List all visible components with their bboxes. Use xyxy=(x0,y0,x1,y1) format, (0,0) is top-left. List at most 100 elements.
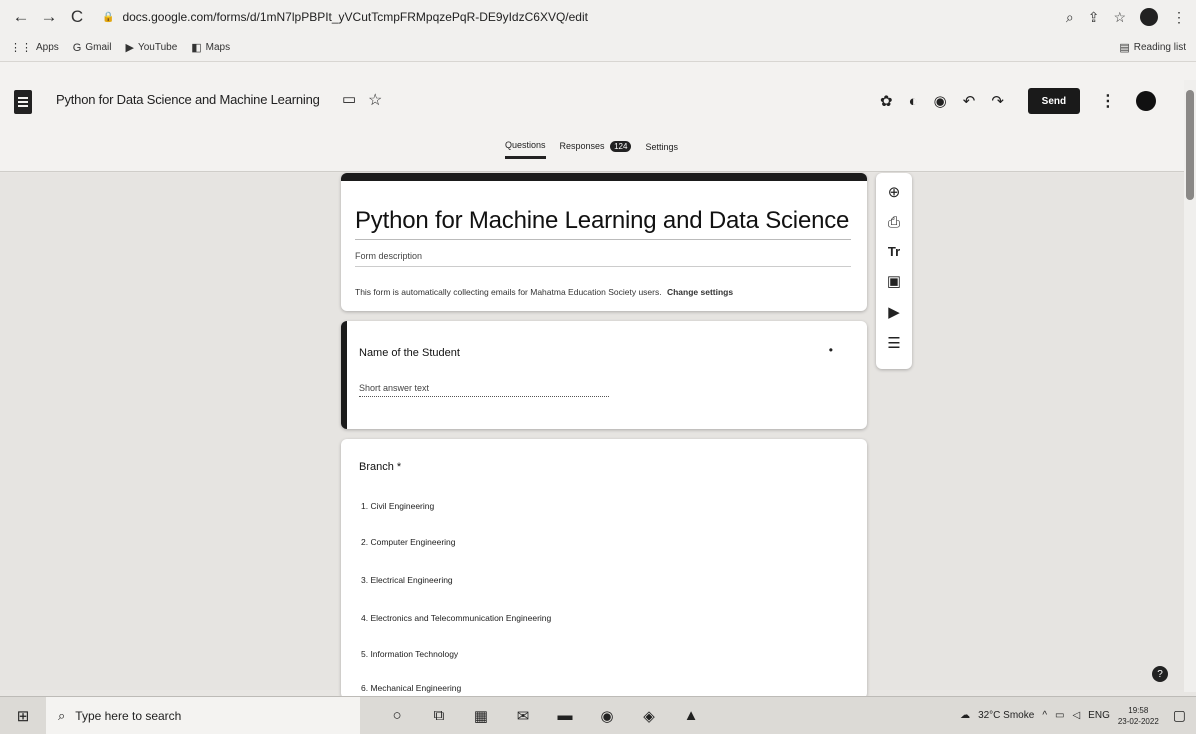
apps-grid-icon: ⋮⋮ xyxy=(10,42,32,54)
address-bar[interactable]: 🔒 docs.google.com/forms/d/1mN7lpPBPIt_yV… xyxy=(102,5,982,29)
clock[interactable]: 19:58 23-02-2022 xyxy=(1118,705,1159,727)
form-canvas: Python for Machine Learning and Data Sci… xyxy=(0,173,1196,699)
weather-icon: ☁ xyxy=(960,710,971,721)
folder-icon[interactable]: ▭ xyxy=(342,90,356,108)
preview-eye-icon[interactable]: ◉ xyxy=(934,92,947,110)
bookmark-star-icon[interactable]: ☆ xyxy=(1113,9,1126,26)
back-icon[interactable]: ← xyxy=(10,6,32,28)
star-icon[interactable]: ☆ xyxy=(368,90,382,110)
vscode-app-icon[interactable]: ◈ xyxy=(638,707,660,725)
notifications-icon[interactable]: ▢ xyxy=(1173,707,1186,724)
bookmark-apps[interactable]: ⋮⋮ Apps xyxy=(10,41,59,54)
bookmark-maps[interactable]: ◧ Maps xyxy=(191,41,230,54)
form-tabs: Questions Responses 124 Settings xyxy=(505,140,678,159)
mail-app-icon[interactable]: ✉ xyxy=(512,707,534,725)
network-icon[interactable]: ▭ xyxy=(1055,710,1064,721)
browser-toolbar: ← → C 🔒 docs.google.com/forms/d/1mN7lpPB… xyxy=(0,0,1196,34)
drag-handle-icon[interactable]: • xyxy=(829,343,833,357)
volume-icon[interactable]: ◁ xyxy=(1072,710,1080,721)
bookmark-label: Gmail xyxy=(85,42,112,53)
tab-responses-label: Responses xyxy=(559,141,605,151)
taskbar-search[interactable]: ⌕ Type here to search xyxy=(46,696,360,734)
redo-icon[interactable]: ↷ xyxy=(991,92,1004,110)
help-icon[interactable]: ? xyxy=(1152,666,1168,682)
account-avatar[interactable] xyxy=(1135,91,1156,111)
short-answer-placeholder: Short answer text xyxy=(359,383,609,397)
bookmark-label: Apps xyxy=(36,42,59,53)
more-options-icon[interactable]: ⋮ xyxy=(1100,91,1116,111)
url-text: docs.google.com/forms/d/1mN7lpPBPIt_yVCu… xyxy=(122,10,588,24)
send-button[interactable]: Send xyxy=(1027,88,1080,114)
share-icon[interactable]: ⇪ xyxy=(1088,9,1100,26)
option-item[interactable]: 1. Civil Engineering xyxy=(361,501,434,511)
search-icon[interactable]: ⌕ xyxy=(1066,9,1074,26)
option-item[interactable]: 4. Electronics and Telecommunication Eng… xyxy=(361,613,551,623)
scrollbar-thumb[interactable] xyxy=(1186,90,1194,200)
clock-date: 23-02-2022 xyxy=(1117,716,1159,726)
search-icon: ⌕ xyxy=(58,707,66,723)
import-questions-icon[interactable]: ⎙ xyxy=(888,214,900,231)
windows-start-icon[interactable]: ⊞ xyxy=(0,697,46,734)
menu-icon[interactable]: ⋮ xyxy=(1172,9,1186,26)
divider xyxy=(355,266,851,267)
tab-responses[interactable]: Responses 124 xyxy=(560,141,632,158)
bookmark-gmail[interactable]: G Gmail xyxy=(73,42,112,54)
reading-list-label: Reading list xyxy=(1133,42,1186,53)
change-settings-link[interactable]: Change settings xyxy=(667,287,733,297)
cortana-icon[interactable]: ○ xyxy=(386,707,408,724)
weather-text[interactable]: 32°C Smoke xyxy=(978,710,1034,721)
document-title[interactable]: Python for Data Science and Machine Lear… xyxy=(56,92,320,107)
bookmarks-bar: ⋮⋮ Apps G Gmail ▶ YouTube ◧ Maps ▤ Readi… xyxy=(0,34,1196,62)
gmail-icon: G xyxy=(72,41,82,54)
page-scrollbar[interactable] xyxy=(1184,80,1196,692)
forms-logo-icon[interactable] xyxy=(14,90,32,114)
bookmark-label: Maps xyxy=(205,42,231,53)
option-item[interactable]: 5. Information Technology xyxy=(361,649,458,659)
task-view-icon[interactable]: ⧉ xyxy=(428,707,450,724)
search-placeholder: Type here to search xyxy=(75,708,182,723)
photos-app-icon[interactable]: ▲ xyxy=(680,707,702,724)
clock-time: 19:58 xyxy=(1128,705,1149,715)
windows-taskbar: ⊞ ⌕ Type here to search ○ ⧉ ▦ ✉ ▬ ◉ ◈ ▲ … xyxy=(0,696,1196,734)
form-description-field[interactable]: Form description xyxy=(355,251,422,261)
add-section-icon[interactable]: ☰ xyxy=(887,334,900,352)
profile-icon[interactable] xyxy=(1140,8,1158,26)
tab-settings[interactable]: Settings xyxy=(645,142,678,158)
forms-header: Python for Data Science and Machine Lear… xyxy=(0,62,1196,172)
reading-list-button[interactable]: ▤ Reading list xyxy=(1119,41,1186,54)
lock-icon: 🔒 xyxy=(102,11,115,23)
calculator-app-icon[interactable]: ▦ xyxy=(470,707,492,725)
tab-questions[interactable]: Questions xyxy=(505,140,546,159)
maps-icon: ◧ xyxy=(191,42,202,54)
form-title[interactable]: Python for Machine Learning and Data Sci… xyxy=(355,207,849,235)
reading-list-icon: ▤ xyxy=(1119,42,1130,54)
system-tray: ☁ 32°C Smoke ^ ▭ ◁ ENG 19:58 23-02-2022 … xyxy=(960,705,1196,727)
option-item[interactable]: 3. Electrical Engineering xyxy=(361,575,453,585)
reload-icon[interactable]: C xyxy=(66,6,88,28)
addons-icon[interactable]: ✿ xyxy=(880,92,893,110)
question-toolbar: ⊕ ⎙ Tr ▣ ▶ ☰ xyxy=(876,173,912,369)
undo-icon[interactable]: ↶ xyxy=(963,92,976,110)
tray-expand-icon[interactable]: ^ xyxy=(1042,710,1047,721)
add-video-icon[interactable]: ▶ xyxy=(888,303,900,321)
add-image-icon[interactable]: ▣ xyxy=(887,272,901,290)
question-card-branch[interactable]: Branch * 1. Civil Engineering 2. Compute… xyxy=(341,439,867,699)
youtube-icon: ▶ xyxy=(125,42,134,54)
question-card-name[interactable]: Name of the Student • Short answer text xyxy=(341,321,867,429)
option-item[interactable]: 2. Computer Engineering xyxy=(361,537,456,547)
forward-icon[interactable]: → xyxy=(38,6,60,28)
question-title[interactable]: Name of the Student xyxy=(359,347,460,359)
option-item[interactable]: 6. Mechanical Engineering xyxy=(361,683,461,693)
responses-count-badge: 124 xyxy=(610,141,632,152)
divider xyxy=(355,239,851,240)
add-title-icon[interactable]: Tr xyxy=(888,244,900,259)
email-note-text: This form is automatically collecting em… xyxy=(355,287,662,297)
add-question-icon[interactable]: ⊕ xyxy=(888,183,901,201)
file-explorer-icon[interactable]: ▬ xyxy=(554,707,576,724)
chrome-app-icon[interactable]: ◉ xyxy=(596,707,618,725)
bookmark-youtube[interactable]: ▶ YouTube xyxy=(125,41,177,54)
language-indicator[interactable]: ENG xyxy=(1088,710,1110,721)
question-title[interactable]: Branch * xyxy=(359,461,401,473)
palette-icon[interactable]: ◐ xyxy=(909,93,918,110)
form-title-card[interactable]: Python for Machine Learning and Data Sci… xyxy=(341,173,867,311)
